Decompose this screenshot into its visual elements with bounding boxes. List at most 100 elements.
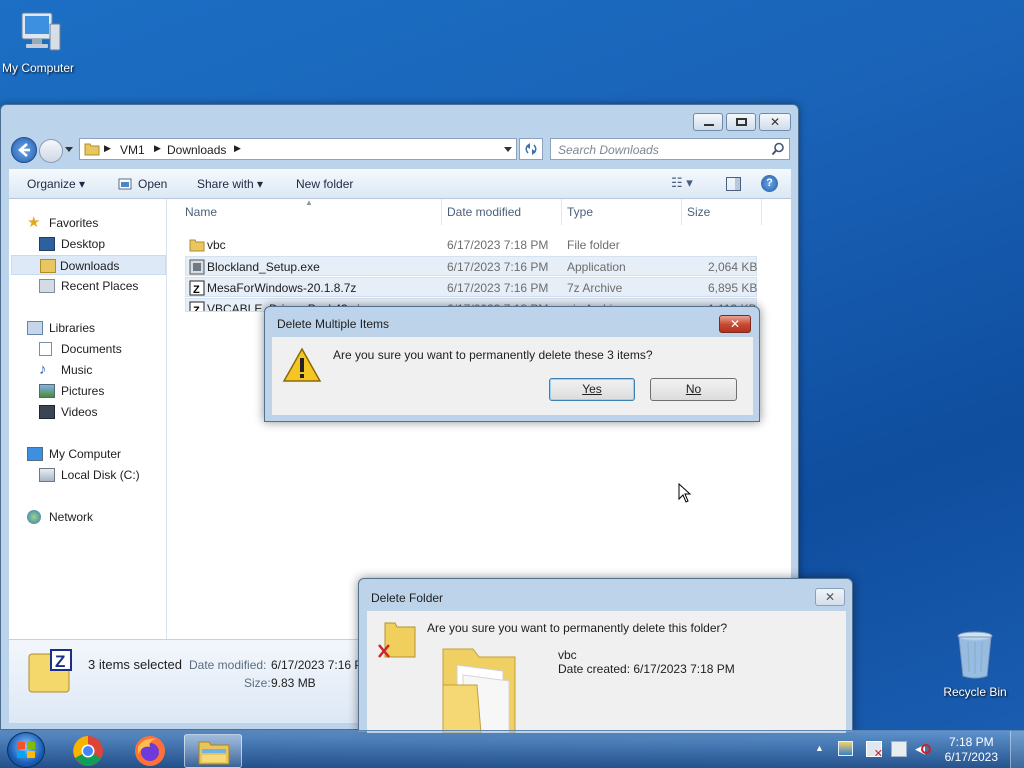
column-headers: Name ▲ Date modified Type Size	[175, 198, 791, 225]
system-clock[interactable]: 7:18 PM 6/17/2023	[945, 735, 998, 765]
dialog-body: Are you sure you want to permanently del…	[272, 337, 753, 415]
nav-downloads[interactable]: Downloads	[11, 255, 166, 275]
mouse-cursor-icon	[678, 483, 692, 503]
music-note-icon: ♪	[39, 361, 47, 378]
size-value: 9.83 MB	[271, 676, 316, 690]
close-icon: ✕	[769, 115, 781, 129]
nav-my-computer[interactable]: My Computer	[27, 444, 157, 464]
nav-label: Pictures	[61, 384, 105, 398]
start-button[interactable]	[7, 732, 45, 768]
organize-button[interactable]: Organize ▾	[27, 177, 85, 191]
breadcrumb-vm1[interactable]: VM1	[120, 143, 145, 157]
table-row[interactable]: Z MesaForWindows-20.1.8.7z 6/17/2023 7:1…	[185, 277, 757, 297]
open-button[interactable]: Open	[138, 177, 167, 191]
address-bar[interactable]: ▶ VM1 ▶ Downloads ▶	[79, 138, 517, 160]
nav-local-disk[interactable]: Local Disk (C:)	[39, 465, 164, 485]
folder-date-created: Date created: 6/17/2023 7:18 PM	[558, 662, 735, 676]
share-with-label: Share with	[197, 177, 254, 191]
column-header-size[interactable]: Size	[687, 205, 710, 219]
back-button[interactable]	[11, 137, 37, 163]
new-folder-button[interactable]: New folder	[296, 177, 353, 191]
chrome-icon	[73, 736, 103, 766]
refresh-button[interactable]	[519, 138, 543, 160]
view-options-button[interactable]: ☷ ▾	[671, 175, 693, 191]
dialog-close-button[interactable]: ✕	[719, 315, 751, 333]
show-hidden-icons-button[interactable]: ▲	[815, 743, 824, 753]
zip-archive-icon: Z	[189, 301, 205, 312]
nav-recent-places[interactable]: Recent Places	[39, 276, 164, 296]
svg-text:Z: Z	[193, 305, 200, 312]
desktop-icon-recycle-bin[interactable]: Recycle Bin	[935, 630, 1015, 699]
clock-time: 7:18 PM	[948, 735, 994, 749]
firefox-icon	[135, 736, 165, 766]
yes-button[interactable]: Yes	[549, 378, 635, 401]
dialog-title: Delete Folder	[371, 591, 444, 605]
column-header-date[interactable]: Date modified	[447, 205, 521, 219]
no-label: No	[685, 382, 702, 396]
table-row[interactable]: Blockland_Setup.exe 6/17/2023 7:16 PM Ap…	[185, 256, 757, 276]
desktop-icon-my-computer[interactable]: My Computer	[0, 10, 78, 75]
action-center-icon[interactable]	[838, 741, 853, 756]
size-label: Size:	[244, 676, 271, 690]
search-input[interactable]: Search Downloads	[550, 138, 790, 160]
share-with-button[interactable]: Share with ▾	[197, 177, 263, 191]
address-dropdown-button[interactable]	[504, 147, 512, 152]
column-header-type[interactable]: Type	[567, 205, 593, 219]
close-icon: ✕	[824, 590, 836, 604]
breadcrumb-separator: ▶	[154, 143, 161, 153]
column-header-name[interactable]: Name	[185, 205, 217, 219]
nav-network[interactable]: Network	[27, 507, 157, 527]
search-icon[interactable]	[771, 142, 785, 156]
help-button[interactable]: ?	[761, 175, 778, 192]
preview-pane-button[interactable]	[726, 177, 741, 191]
computer-icon	[21, 12, 61, 51]
date-modified-value: 6/17/2023 7:16 P	[271, 658, 363, 672]
nav-libraries[interactable]: Libraries	[27, 318, 157, 338]
nav-pictures[interactable]: Pictures	[39, 381, 159, 401]
recent-pages-dropdown[interactable]	[65, 147, 73, 152]
minimize-button[interactable]	[693, 113, 723, 131]
folder-icon	[189, 239, 205, 252]
close-button[interactable]: ✕	[759, 113, 791, 131]
taskbar-explorer[interactable]	[184, 734, 242, 768]
selection-count: 3 items selected	[88, 657, 182, 672]
file-date: 6/17/2023 7:18 PM	[447, 238, 549, 252]
breadcrumb-separator: ▶	[104, 143, 111, 153]
nav-label: Network	[49, 510, 94, 524]
show-desktop-button[interactable]	[1010, 731, 1024, 768]
maximize-button[interactable]	[726, 113, 756, 131]
close-icon: ✕	[729, 317, 741, 331]
nav-music[interactable]: ♪ Music	[39, 360, 159, 380]
recent-places-icon	[39, 279, 55, 293]
taskbar-firefox[interactable]	[123, 734, 177, 768]
command-bar: Organize ▾ Open Share with ▾ New folder …	[9, 169, 791, 199]
nav-documents[interactable]: Documents	[39, 339, 159, 359]
delete-folder-icon	[378, 622, 416, 658]
dialog-body: Are you sure you want to permanently del…	[367, 611, 846, 733]
nav-videos[interactable]: Videos	[39, 402, 159, 422]
breadcrumb-downloads[interactable]: Downloads	[167, 143, 226, 157]
libraries-icon	[27, 321, 43, 335]
refresh-icon	[525, 143, 537, 155]
file-name: vbc	[207, 238, 226, 252]
file-name: Blockland_Setup.exe	[207, 260, 320, 274]
taskbar-chrome[interactable]	[62, 734, 116, 768]
table-row[interactable]: vbc 6/17/2023 7:18 PM File folder	[185, 235, 757, 255]
file-type: Application	[567, 260, 626, 274]
film-icon	[39, 405, 55, 419]
nav-desktop[interactable]: Desktop	[39, 234, 159, 254]
pictures-icon	[39, 384, 55, 398]
network-error-icon[interactable]: ✕	[866, 741, 883, 760]
nav-label: Local Disk (C:)	[61, 468, 140, 482]
application-icon	[189, 259, 205, 275]
nav-favorites[interactable]: ★ Favorites	[27, 213, 157, 233]
dialog-close-button[interactable]: ✕	[815, 588, 845, 606]
star-icon: ★	[27, 214, 41, 231]
desktop-icon-label: Recycle Bin	[943, 685, 1007, 699]
forward-button[interactable]	[39, 139, 63, 163]
file-name: MesaForWindows-20.1.8.7z	[207, 281, 357, 295]
network-icon[interactable]	[891, 741, 907, 757]
file-type: 7z Archive	[567, 281, 623, 295]
volume-muted-icon[interactable]: ◀	[915, 741, 931, 757]
no-button[interactable]: No	[650, 378, 737, 401]
